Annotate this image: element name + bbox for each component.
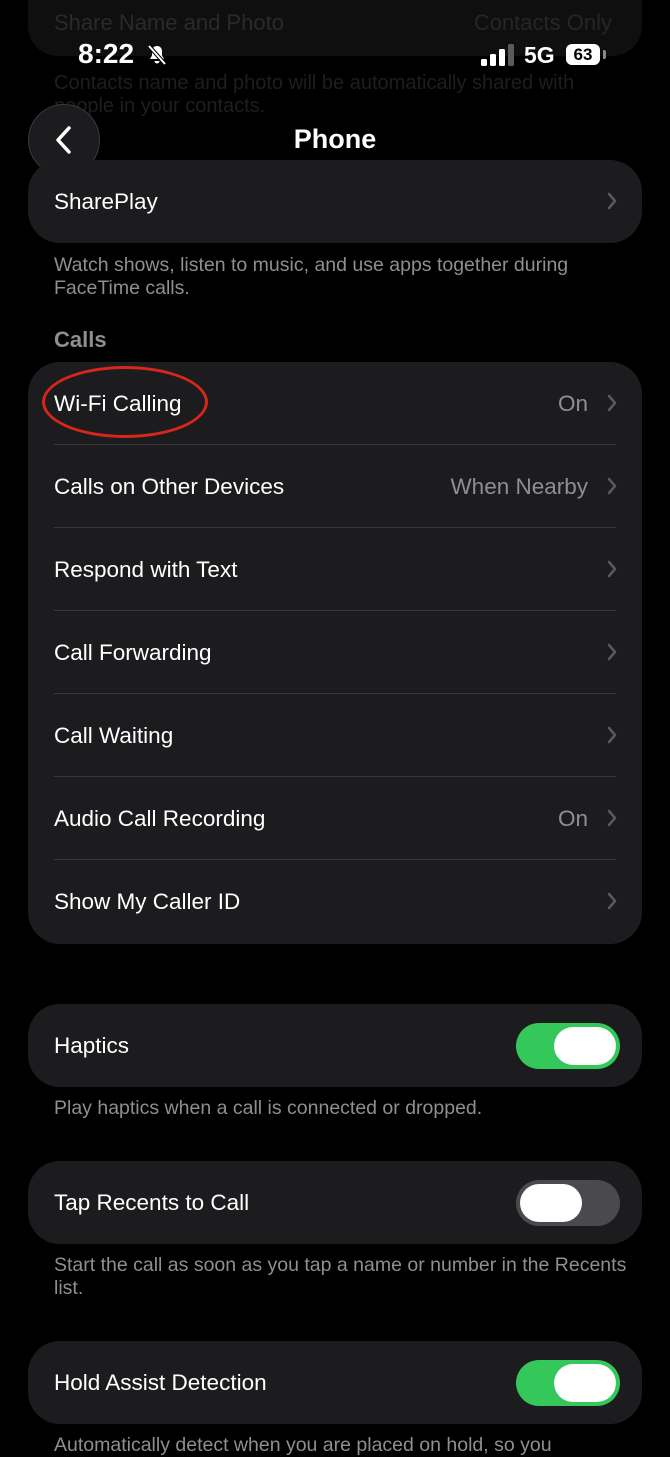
calls-row-wifi-calling[interactable]: Wi-Fi Calling On: [28, 362, 642, 445]
toggle-knob: [554, 1364, 616, 1402]
calls-row-show-caller-id[interactable]: Show My Caller ID: [28, 860, 642, 943]
calls-row-label: Call Forwarding: [54, 640, 212, 665]
chevron-right-icon: [607, 394, 617, 412]
tap-recents-group: Tap Recents to Call: [28, 1161, 642, 1244]
chevron-right-icon: [607, 560, 617, 578]
calls-row-label: Respond with Text: [54, 557, 238, 582]
shareplay-group: SharePlay: [28, 160, 642, 243]
shareplay-label: SharePlay: [54, 189, 158, 214]
calls-row-value: When Nearby: [450, 474, 588, 499]
calls-row-audio-call-recording[interactable]: Audio Call Recording On: [28, 777, 642, 860]
calls-row-label: Show My Caller ID: [54, 889, 241, 914]
tap-recents-toggle[interactable]: [516, 1180, 620, 1226]
calls-section-header: Calls: [54, 327, 107, 352]
shareplay-description: Watch shows, listen to music, and use ap…: [54, 254, 569, 299]
page-title: Phone: [293, 124, 377, 154]
chevron-right-icon: [607, 726, 617, 744]
cellular-signal-icon: [481, 44, 514, 66]
calls-row-label: Call Waiting: [54, 723, 174, 748]
haptics-label: Haptics: [54, 1033, 130, 1058]
status-time: 8:22: [78, 38, 135, 69]
hold-assist-row: Hold Assist Detection: [28, 1341, 642, 1424]
network-type: 5G: [524, 42, 555, 68]
calls-row-label: Calls on Other Devices: [54, 474, 285, 499]
hold-assist-group: Hold Assist Detection: [28, 1341, 642, 1424]
hold-assist-toggle[interactable]: [516, 1360, 620, 1406]
hold-assist-label: Hold Assist Detection: [54, 1370, 267, 1395]
battery-nub: [603, 50, 606, 59]
haptics-group: Haptics: [28, 1004, 642, 1087]
calls-row-label: Audio Call Recording: [54, 806, 266, 831]
haptics-toggle[interactable]: [516, 1023, 620, 1069]
haptics-description: Play haptics when a call is connected or…: [54, 1097, 483, 1119]
chevron-right-icon: [607, 192, 617, 210]
chevron-right-icon: [607, 477, 617, 495]
calls-row-label: Wi-Fi Calling: [54, 391, 182, 416]
tap-recents-description: Start the call as soon as you tap a name…: [54, 1254, 627, 1299]
chevron-right-icon: [607, 809, 617, 827]
tap-recents-label: Tap Recents to Call: [54, 1190, 250, 1215]
chevron-right-icon: [607, 643, 617, 661]
silent-bell-icon: [147, 44, 167, 66]
calls-row-call-waiting[interactable]: Call Waiting: [28, 694, 642, 777]
status-bar: 8:22 5G 63: [0, 0, 670, 110]
calls-row-call-forwarding[interactable]: Call Forwarding: [28, 611, 642, 694]
calls-row-value: On: [557, 391, 588, 416]
shareplay-row[interactable]: SharePlay: [28, 160, 642, 243]
calls-row-value: On: [557, 806, 588, 831]
calls-group: Wi-Fi Calling On Calls on Other Devices …: [28, 362, 642, 944]
battery-icon: 63: [566, 44, 600, 65]
tap-recents-row: Tap Recents to Call: [28, 1161, 642, 1244]
hold-assist-description: Automatically detect when you are placed…: [54, 1434, 552, 1456]
haptics-row: Haptics: [28, 1004, 642, 1087]
toggle-knob: [554, 1027, 616, 1065]
calls-row-respond-with-text[interactable]: Respond with Text: [28, 528, 642, 611]
toggle-knob: [520, 1184, 582, 1222]
chevron-right-icon: [607, 892, 617, 910]
calls-row-other-devices[interactable]: Calls on Other Devices When Nearby: [28, 445, 642, 528]
